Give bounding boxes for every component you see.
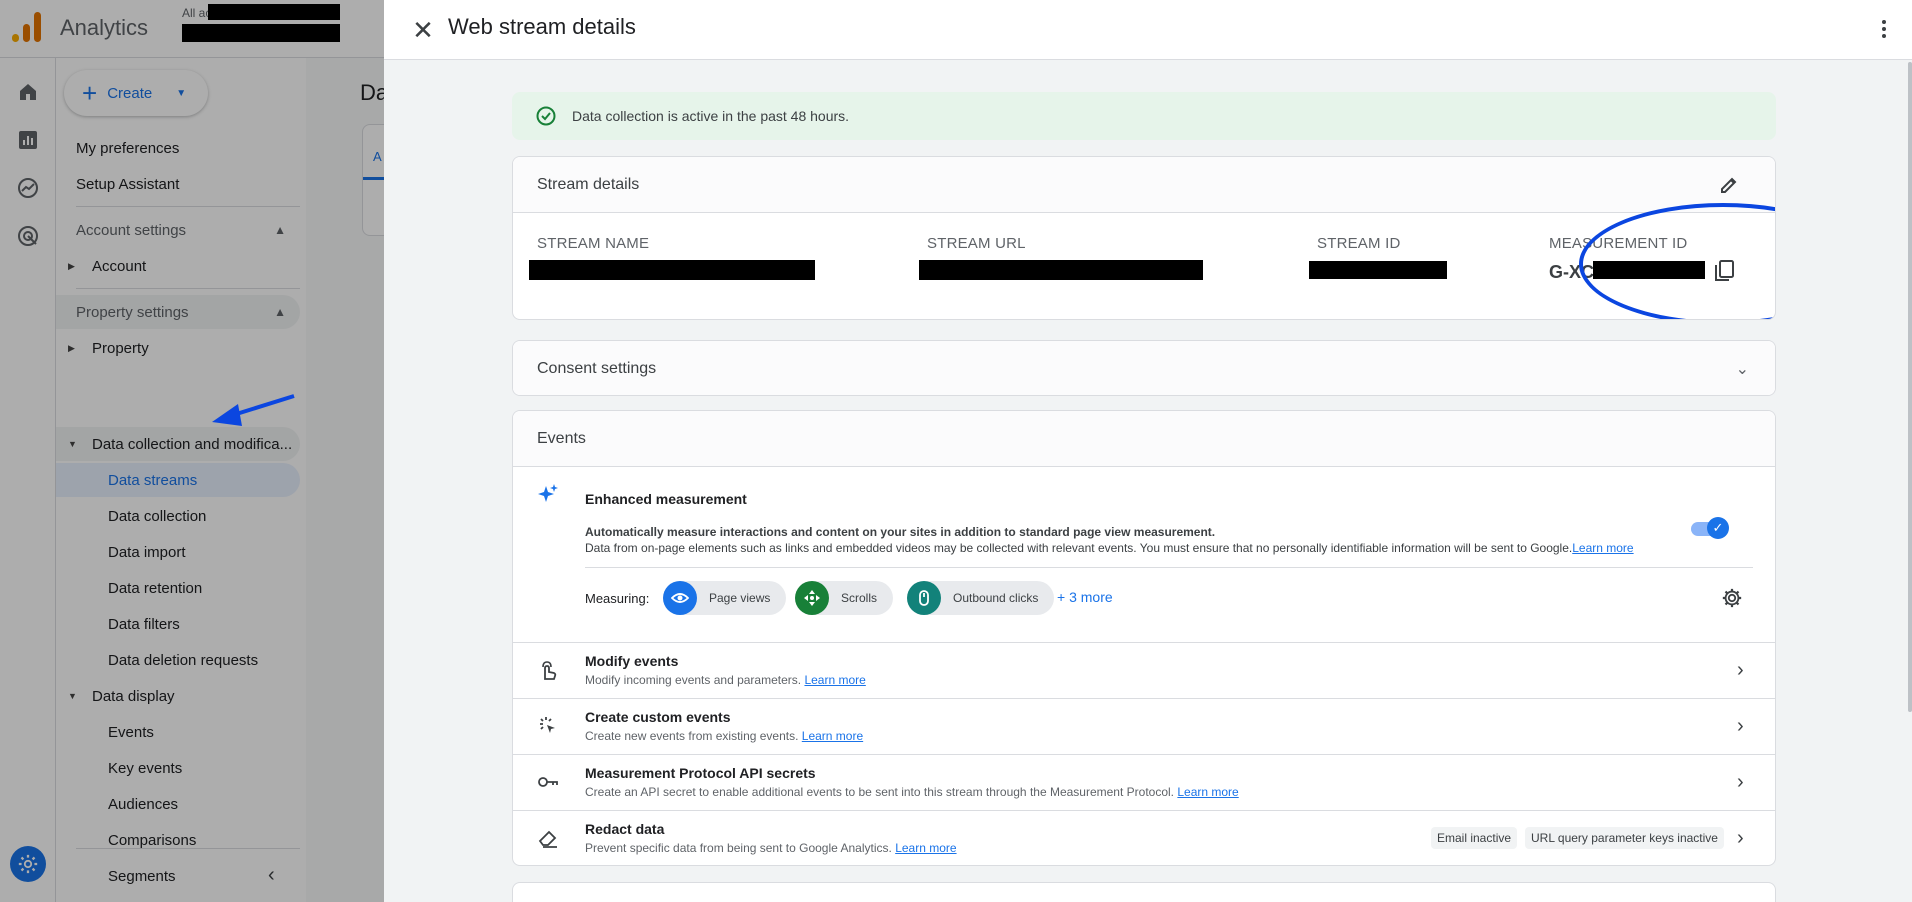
data-collection-status-banner: Data collection is active in the past 48… [512, 92, 1776, 140]
consent-settings-card[interactable]: Consent settings ⌄ [512, 340, 1776, 396]
learn-more-link[interactable]: Learn more [895, 841, 956, 855]
events-header: Events [513, 411, 1775, 467]
chip-page-views[interactable]: Page views [663, 581, 787, 615]
events-card: Events Enhanced measurement Automaticall… [512, 410, 1776, 866]
enhanced-measurement-toggle[interactable]: ✓ [1691, 517, 1729, 539]
consent-settings-heading: Consent settings [537, 360, 657, 377]
check-circle-icon [536, 106, 556, 126]
chevron-right-icon: › [1737, 715, 1744, 737]
row-desc: Prevent specific data from being sent to… [585, 841, 957, 855]
measuring-label: Measuring: [585, 591, 650, 606]
events-heading: Events [537, 429, 586, 447]
chip-outbound-clicks[interactable]: Outbound clicks [907, 581, 1055, 615]
consent-settings-header[interactable]: Consent settings ⌄ [513, 341, 1775, 395]
close-icon[interactable]: ✕ [408, 15, 438, 45]
chip-label: Scrolls [841, 591, 878, 605]
stream-details-header: Stream details [513, 157, 1775, 213]
row-desc-text: Modify incoming events and parameters. [585, 673, 802, 687]
stream-id-label: STREAM ID [1317, 235, 1401, 252]
stream-name-label: STREAM NAME [537, 235, 650, 252]
scrollbar[interactable] [1908, 62, 1912, 712]
row-desc-text: Create new events from existing events. [585, 729, 799, 743]
row-desc-text: Prevent specific data from being sent to… [585, 841, 892, 855]
banner-text: Data collection is active in the past 48… [572, 108, 850, 124]
learn-more-link[interactable]: Learn more [1177, 785, 1238, 799]
settings-gear-icon[interactable] [1721, 587, 1743, 609]
redact-data-row[interactable]: Redact data Prevent specific data from b… [513, 811, 1775, 865]
redacted-stream-name [529, 260, 815, 280]
chip-label: Page views [709, 591, 771, 605]
url-query-status-badge: URL query parameter keys inactive [1525, 827, 1724, 849]
modal-scrim[interactable] [0, 0, 384, 902]
enhanced-measurement-section: Enhanced measurement Automatically measu… [513, 467, 1775, 643]
enhanced-measurement-desc-2: Data from on-page elements such as links… [585, 541, 1634, 555]
annotation-arrow-icon [212, 394, 295, 426]
redacted-stream-id [1309, 261, 1447, 279]
panel-header: ✕ Web stream details [384, 0, 1912, 60]
row-desc-text: Create an API secret to enable additiona… [585, 785, 1175, 799]
more-vert-icon[interactable] [1874, 14, 1894, 44]
eraser-icon [538, 830, 557, 848]
web-stream-details-panel: ✕ Web stream details Data collection is … [384, 0, 1912, 902]
click-sparkle-icon [540, 717, 555, 733]
create-custom-events-row[interactable]: Create custom events Create new events f… [513, 699, 1775, 755]
annotation-circle [1579, 203, 1775, 319]
chip-label: Outbound clicks [953, 591, 1039, 605]
stream-url-label: STREAM URL [927, 235, 1026, 252]
learn-more-link[interactable]: Learn more [1572, 541, 1633, 555]
row-title: Create custom events [585, 709, 731, 725]
learn-more-link[interactable]: Learn more [802, 729, 863, 743]
eye-icon [663, 581, 697, 615]
learn-more-link[interactable]: Learn more [804, 673, 865, 687]
edit-pencil-icon[interactable] [1719, 175, 1739, 195]
next-card [512, 882, 1776, 902]
touch-icon [542, 661, 557, 680]
row-title: Measurement Protocol API secrets [585, 765, 816, 781]
modify-events-row[interactable]: Modify events Modify incoming events and… [513, 643, 1775, 699]
chevron-right-icon: › [1737, 827, 1744, 849]
check-icon: ✓ [1707, 517, 1729, 539]
key-icon [538, 777, 558, 787]
enhanced-measurement-title: Enhanced measurement [585, 491, 747, 507]
divider [585, 567, 1753, 568]
stream-name-field: STREAM NAME [537, 235, 649, 252]
chevron-right-icon: › [1737, 771, 1744, 793]
scroll-icon [795, 581, 829, 615]
row-desc: Create new events from existing events. … [585, 729, 863, 743]
chevron-right-icon: › [1737, 659, 1744, 681]
email-status-badge: Email inactive [1431, 827, 1518, 849]
sparkle-icon [538, 484, 558, 502]
chip-scrolls[interactable]: Scrolls [795, 581, 894, 615]
redacted-stream-url [919, 260, 1203, 280]
more-measurements-link[interactable]: + 3 more [1057, 589, 1113, 605]
stream-details-card: Stream details STREAM NAME STREAM URL ST… [512, 156, 1776, 320]
mouse-icon [907, 581, 941, 615]
panel-title: Web stream details [448, 14, 636, 39]
stream-url-field: STREAM URL [927, 235, 1026, 252]
row-title: Modify events [585, 653, 679, 669]
row-desc: Modify incoming events and parameters. L… [585, 673, 866, 687]
row-title: Redact data [585, 821, 665, 837]
chevron-down-icon: ⌄ [1735, 361, 1749, 378]
enhanced-measurement-desc: Automatically measure interactions and c… [585, 525, 1216, 539]
measurement-protocol-api-secrets-row[interactable]: Measurement Protocol API secrets Create … [513, 755, 1775, 811]
enhanced-measurement-desc-text: Data from on-page elements such as links… [585, 541, 1573, 555]
stream-details-heading: Stream details [537, 175, 640, 193]
stream-id-field: STREAM ID [1317, 235, 1400, 252]
row-desc: Create an API secret to enable additiona… [585, 785, 1239, 799]
